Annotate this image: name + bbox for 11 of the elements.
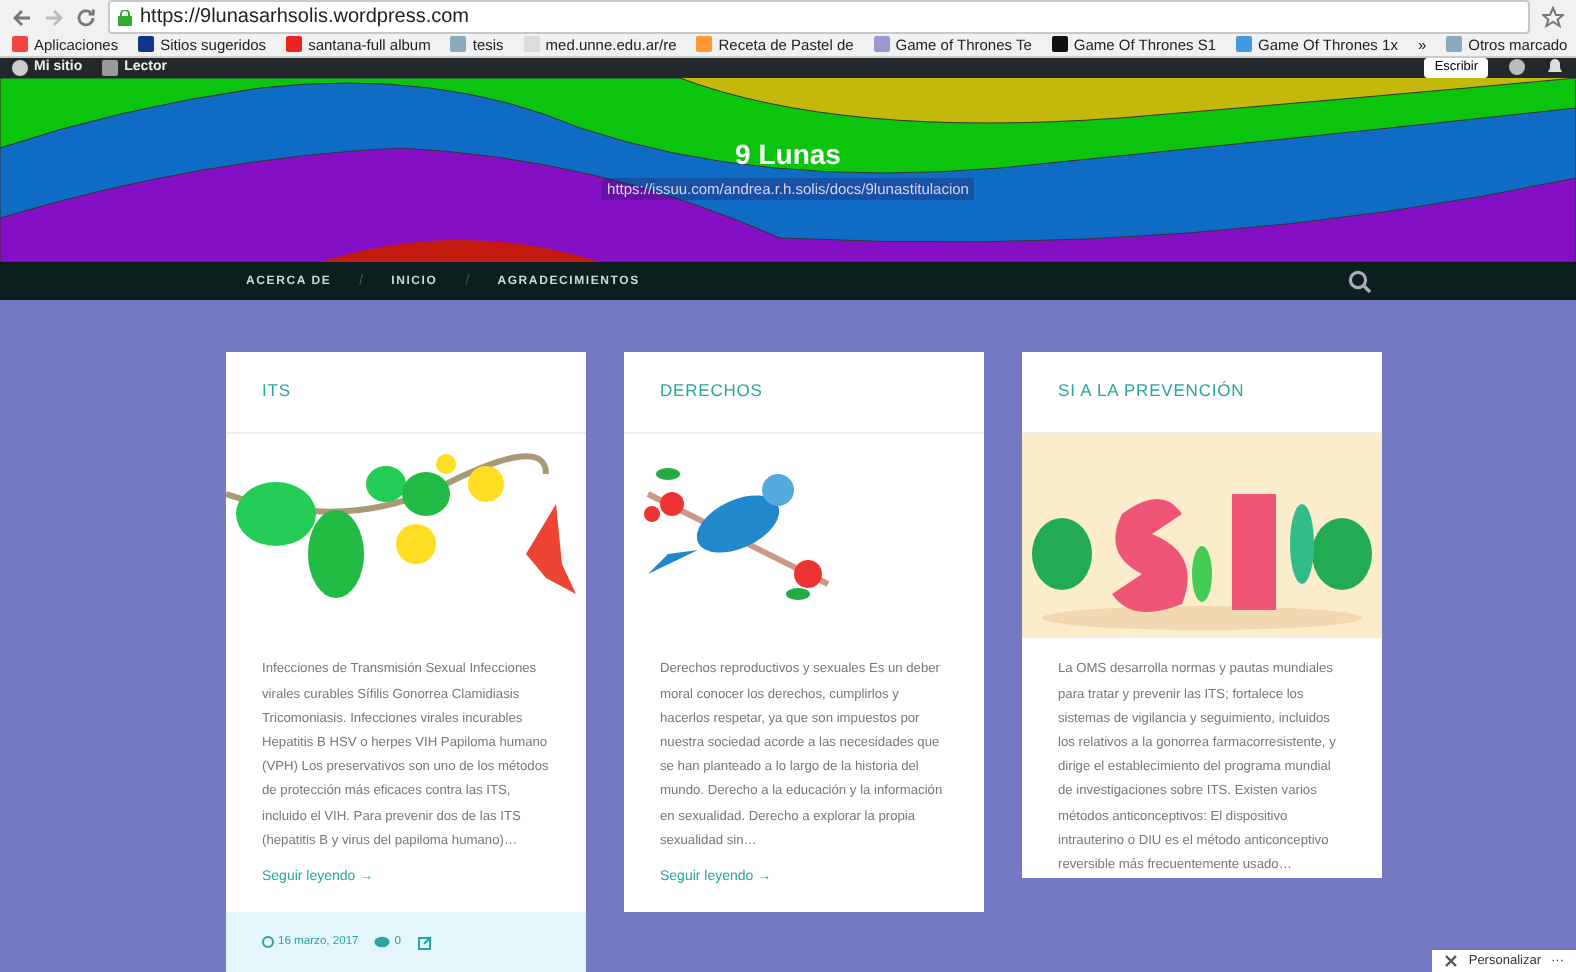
star-icon[interactable] [1542,6,1564,28]
edit-icon[interactable] [417,935,432,949]
address-bar[interactable]: https://9lunasarhsolis.wordpress.com [108,0,1530,34]
bell-icon[interactable] [1546,58,1564,77]
back-icon[interactable] [12,7,32,27]
clock-icon [262,936,274,948]
avatar-icon[interactable] [1508,58,1526,77]
comments-icon [374,936,391,948]
search-icon[interactable] [1348,269,1372,294]
lock-icon [118,9,132,25]
reload-icon[interactable] [76,7,96,27]
